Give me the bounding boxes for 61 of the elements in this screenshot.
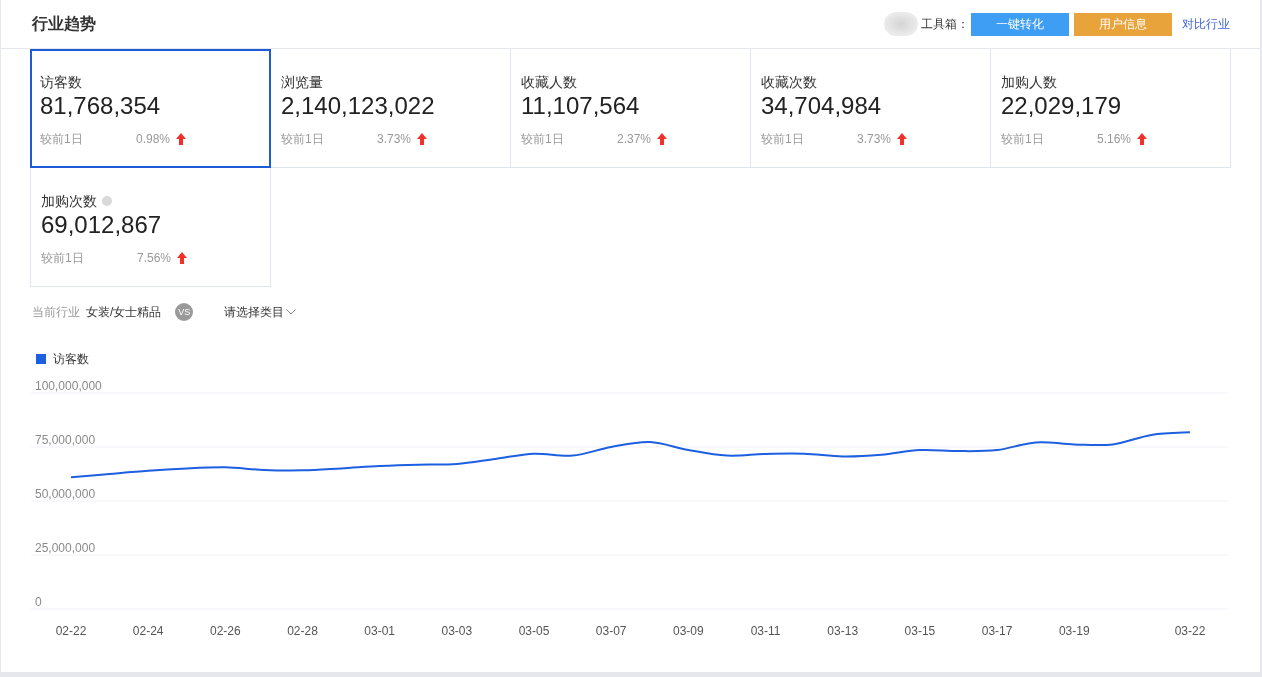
metric-card[interactable]: 加购人数 22,029,179 较前1日 5.16%	[991, 49, 1231, 168]
metric-card[interactable]: 加购次数 69,012,867 较前1日 7.56%	[30, 168, 271, 287]
compare-industry-link[interactable]: 对比行业	[1182, 16, 1230, 32]
legend-label[interactable]: 访客数	[53, 352, 89, 366]
metric-value: 34,704,984	[761, 91, 883, 121]
y-axis-label: 75,000,000	[35, 433, 96, 447]
metric-value: 81,768,354	[40, 91, 162, 121]
metric-label: 访客数	[40, 73, 82, 91]
change-percent: 3.73%	[857, 131, 892, 147]
industry-label: 当前行业	[32, 304, 80, 320]
metric-card[interactable]: 访客数 81,768,354 较前1日 0.98%	[30, 49, 271, 168]
compare-label: 较前1日	[1001, 131, 1045, 147]
change-percent: 2.37%	[617, 131, 652, 147]
x-axis-label: 03-01	[364, 624, 396, 638]
x-axis-label: 02-28	[287, 624, 318, 638]
x-axis-label: 03-15	[904, 624, 936, 638]
compare-label: 较前1日	[281, 131, 325, 147]
blurred-patch	[884, 12, 918, 36]
x-axis-label: 03-07	[595, 624, 627, 638]
x-axis-label: 03-17	[981, 624, 1013, 638]
compare-label: 较前1日	[521, 131, 565, 147]
metric-label: 加购次数	[41, 192, 97, 210]
change-percent: 3.73%	[377, 131, 412, 147]
change-percent: 5.16%	[1097, 131, 1132, 147]
compare-label: 较前1日	[41, 250, 85, 266]
metric-label: 浏览量	[281, 73, 323, 91]
compare-label: 较前1日	[40, 131, 84, 147]
metric-card[interactable]: 浏览量 2,140,123,022 较前1日 3.73%	[271, 49, 511, 168]
change-percent: 7.56%	[137, 250, 172, 266]
metric-card[interactable]: 收藏人数 11,107,564 较前1日 2.37%	[511, 49, 751, 168]
metric-value: 11,107,564	[521, 91, 641, 121]
y-axis-label: 25,000,000	[35, 541, 96, 555]
category-dropdown[interactable]: 请选择类目	[224, 304, 297, 320]
x-axis-label: 03-05	[518, 624, 550, 638]
metric-value: 22,029,179	[1001, 91, 1123, 121]
metric-label: 收藏人数	[521, 73, 577, 91]
section-title: 行业趋势	[32, 14, 96, 34]
metric-value: 69,012,867	[41, 210, 163, 240]
metric-card[interactable]: 收藏次数 34,704,984 较前1日 3.73%	[751, 49, 991, 168]
x-axis-label: 03-13	[827, 624, 859, 638]
y-axis-label: 50,000,000	[35, 487, 96, 501]
x-axis-label: 02-22	[55, 624, 87, 638]
x-axis-label: 03-22	[1174, 624, 1206, 638]
industry-value: 女装/女士精品	[86, 304, 162, 320]
y-axis-label: 100,000,000	[35, 379, 102, 393]
compare-label: 较前1日	[761, 131, 805, 147]
x-axis-label: 03-03	[441, 624, 473, 638]
x-axis-label: 02-26	[210, 624, 241, 638]
metric-label: 加购人数	[1001, 73, 1057, 91]
x-axis-label: 02-24	[132, 624, 164, 638]
versus-badge: VS	[175, 303, 194, 321]
change-percent: 0.98%	[136, 131, 171, 147]
x-axis-label: 03-19	[1058, 624, 1090, 638]
toolbox-label: 工具箱：	[921, 16, 969, 32]
metric-label: 收藏次数	[761, 73, 817, 91]
x-axis-label: 03-11	[750, 624, 781, 638]
metric-value: 2,140,123,022	[281, 91, 436, 121]
x-axis-label: 03-09	[673, 624, 704, 638]
chevron-down-icon	[286, 309, 297, 315]
y-axis-label: 0	[35, 595, 42, 609]
hint-dot-icon[interactable]	[102, 196, 112, 206]
